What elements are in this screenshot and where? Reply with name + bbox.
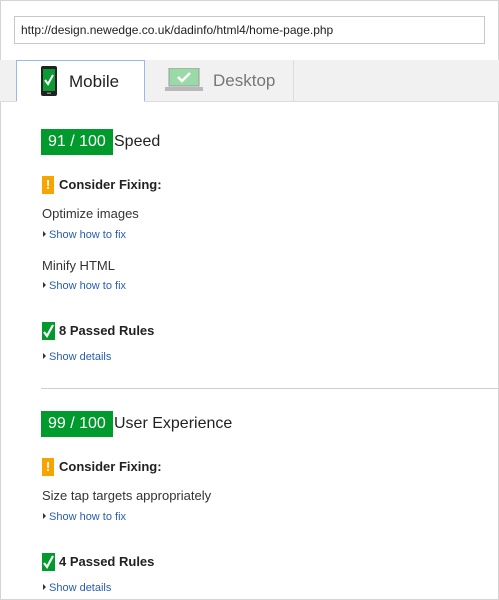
tab-desktop-label: Desktop [213,71,276,90]
speed-score-badge: 91 / 100 [41,129,113,155]
link-label[interactable]: Show details [49,582,111,594]
check-icon [42,553,55,571]
caret-right-icon [43,231,46,238]
active-tab-gap [17,101,144,102]
link-label[interactable]: Show details [49,351,111,363]
speed-consider-fixing-heading: Consider Fixing: [59,177,162,192]
tab-mobile[interactable]: Mobile [16,60,145,102]
rule-minify-html: Minify HTML [42,258,115,273]
speed-section-title: Speed [114,133,161,150]
ux-section-title: User Experience [114,415,233,432]
caret-right-icon [43,584,46,591]
caret-right-icon [43,282,46,289]
ux-passed-rules-heading: 4 Passed Rules [59,554,155,569]
check-icon [42,322,55,340]
speed-passed-rules-heading: 8 Passed Rules [59,323,155,338]
rule-optimize-images: Optimize images [42,206,139,221]
tab-mobile-label: Mobile [69,72,120,91]
phone-icon [41,66,57,101]
warning-icon: ! [42,458,54,476]
warning-icon: ! [42,176,54,194]
tab-desktop[interactable]: Desktop [146,60,294,101]
show-how-to-fix-link[interactable]: Show how to fix [43,511,126,523]
link-label[interactable]: Show how to fix [49,280,126,292]
show-how-to-fix-link[interactable]: Show how to fix [43,229,126,241]
laptop-icon [165,67,203,97]
rule-size-tap-targets: Size tap targets appropriately [42,488,212,503]
show-details-link[interactable]: Show details [43,582,111,594]
ux-score-badge: 99 / 100 [41,411,113,437]
show-details-link[interactable]: Show details [43,351,111,363]
url-input[interactable]: http://design.newedge.co.uk/dadinfo/html… [14,16,485,44]
show-how-to-fix-link[interactable]: Show how to fix [43,280,126,292]
link-label[interactable]: Show how to fix [49,511,126,523]
caret-right-icon [43,513,46,520]
caret-right-icon [43,353,46,360]
section-divider [41,388,499,389]
link-label[interactable]: Show how to fix [49,229,126,241]
ux-consider-fixing-heading: Consider Fixing: [59,459,162,474]
